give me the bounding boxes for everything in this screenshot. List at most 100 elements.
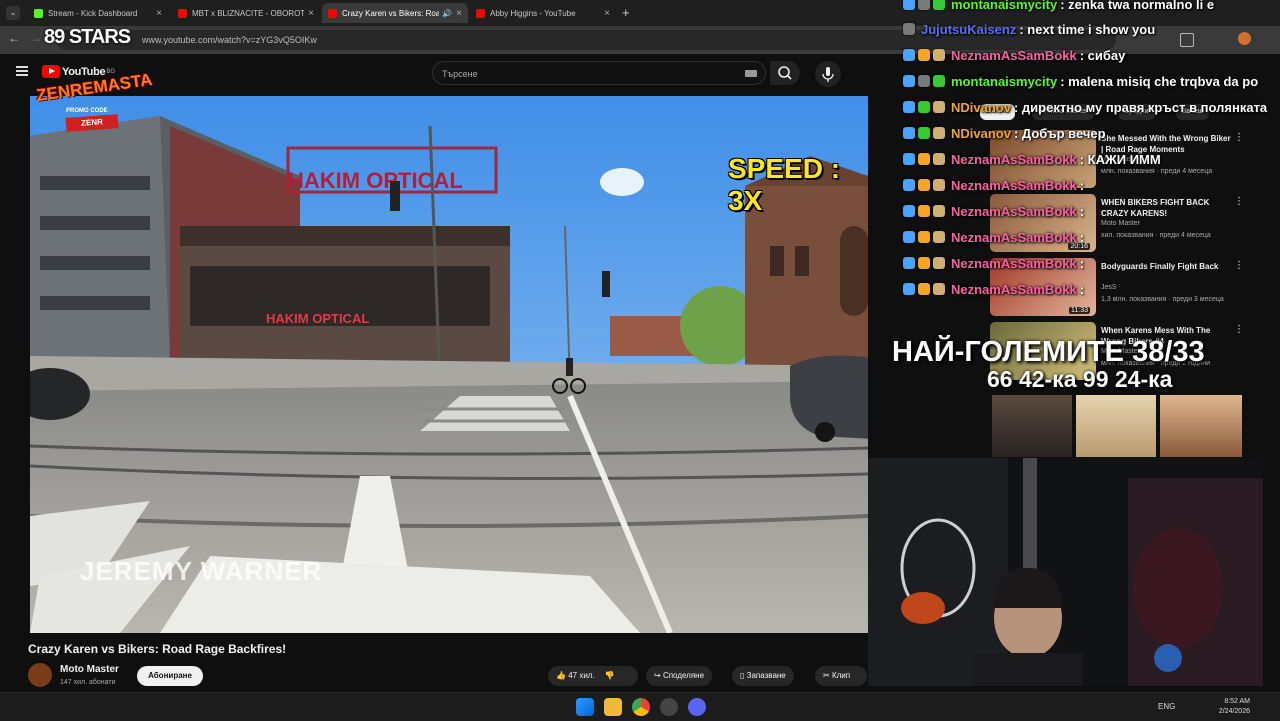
more-options-icon[interactable]: ⋮: [1234, 324, 1244, 335]
overlay-photo: [992, 395, 1072, 457]
chat-message: NeznamAsSamBokk:: [903, 253, 1084, 273]
badge-icon: [918, 179, 930, 191]
dislike-button[interactable]: 👎: [605, 671, 615, 680]
search-icon: [778, 66, 792, 80]
channel-avatar[interactable]: [28, 663, 52, 687]
promo-label: PROMO CODE: [66, 108, 108, 114]
chat-message: NDivanov: Добър вечер: [903, 123, 1106, 143]
badge-icon: [918, 257, 930, 269]
tab-abby-higgins[interactable]: Abby Higgins - YouTube ×: [470, 3, 616, 23]
channel-name[interactable]: Moto Master: [60, 664, 119, 675]
chat-username: NeznamAsSamBokk: [951, 281, 1077, 297]
kick-icon: [34, 8, 43, 18]
search-button[interactable]: [770, 61, 800, 85]
speed-overlay: SPEED : 3X: [728, 153, 841, 216]
badge-icon: [933, 231, 945, 243]
close-tab-icon[interactable]: ×: [604, 8, 610, 19]
close-tab-icon[interactable]: ×: [156, 8, 162, 19]
subscribe-button[interactable]: Абониране: [137, 666, 203, 686]
language-indicator[interactable]: ENG: [1158, 702, 1175, 711]
chat-text: :: [1079, 255, 1085, 271]
chat-username: JujutsuKaisenz: [921, 21, 1017, 37]
keyboard-icon[interactable]: [745, 70, 757, 77]
clip-button[interactable]: ✂ Клип: [815, 666, 867, 686]
video-player[interactable]: HAKIM OPTICAL HAKIM OPTICAL SPEED: 3X J…: [30, 96, 868, 633]
chat-message: NeznamAsSamBokk:: [903, 227, 1084, 247]
save-label: Запазване: [746, 671, 786, 680]
voice-search-button[interactable]: [815, 61, 841, 87]
badge-icon: [918, 75, 930, 87]
tab-kick-dashboard[interactable]: Stream - Kick Dashboard ×: [28, 3, 168, 23]
chat-message: NeznamAsSamBokk: сибау: [903, 45, 1125, 65]
badge-icon: [903, 101, 915, 113]
badge-icon: [933, 153, 945, 165]
89stars-text: 89 STARS: [44, 26, 131, 48]
badge-icon: [903, 153, 915, 165]
back-icon[interactable]: ←: [8, 31, 20, 45]
chat-username: NeznamAsSamBokk: [951, 203, 1077, 219]
sign-hakim-optical-front: HAKIM OPTICAL: [266, 311, 369, 326]
badge-icon: [903, 127, 915, 139]
chat-username: NeznamAsSamBokk: [951, 151, 1077, 167]
chat-text: :: [1079, 229, 1085, 245]
badge-icon: [918, 153, 930, 165]
tab-mbt-video[interactable]: MBT x BLIZNACITE - OBOROTI ×: [172, 3, 320, 23]
thumbs-up-icon: 👍: [556, 671, 566, 680]
chat-username: montanaismycity: [951, 0, 1058, 12]
system-clock[interactable]: 8:52 AM 2/24/2026: [1219, 697, 1250, 717]
discord-icon[interactable]: [688, 698, 706, 716]
clip-label: Клип: [831, 671, 851, 680]
search-placeholder: Търсене: [442, 69, 478, 79]
badge-icon: [903, 0, 915, 10]
chat-message: NeznamAsSamBokk:: [903, 175, 1084, 195]
audio-playing-icon[interactable]: 🔊: [442, 9, 452, 18]
search-input[interactable]: Търсене: [432, 61, 766, 85]
badge-icon: [933, 49, 945, 61]
badge-icon: [903, 23, 915, 35]
badge-icon: [918, 101, 930, 113]
chat-text: :: [1079, 281, 1085, 297]
chat-text: :: [1079, 177, 1085, 193]
chat-message: NDivanov: директно му правя кръст в поля…: [903, 97, 1267, 117]
obs-icon[interactable]: [660, 698, 678, 716]
forward-icon[interactable]: →: [30, 31, 42, 45]
chat-message: montanaismycity: zenka twa normalno li e: [903, 0, 1214, 14]
badge-icon: [903, 49, 915, 61]
like-button[interactable]: 👍 47 хил.: [556, 671, 595, 680]
video-title: Crazy Karen vs Bikers: Road Rage Backfir…: [28, 642, 287, 656]
badge-icon: [918, 283, 930, 295]
badge-icon: [918, 205, 930, 217]
new-tab-button[interactable]: +: [622, 5, 630, 20]
overlay-photo: [1160, 395, 1242, 457]
badge-icon: [903, 205, 915, 217]
file-explorer-icon[interactable]: [604, 698, 622, 716]
sign-hakim-optical-top: HAKIM OPTICAL: [288, 168, 463, 193]
zenremasta-text: ZENREMASTA: [35, 69, 154, 106]
save-button[interactable]: ▯ Запазване: [732, 666, 794, 686]
overlay-photo-strip: [992, 395, 1242, 457]
chrome-icon[interactable]: [632, 698, 650, 716]
badge-icon: [933, 0, 945, 10]
badge-icon: [933, 127, 945, 139]
chat-text: : сибау: [1079, 47, 1126, 63]
thumbs-down-icon: 👎: [604, 671, 615, 680]
start-icon[interactable]: [576, 698, 594, 716]
badge-icon: [918, 49, 930, 61]
chat-message: montanaismycity: malena misiq che trqbva…: [903, 71, 1258, 91]
tab-list-button[interactable]: ⌄: [6, 6, 20, 20]
menu-icon[interactable]: [16, 66, 28, 76]
tab-title: Crazy Karen vs Bikers: Road: [342, 8, 440, 18]
tab-title: MBT x BLIZNACITE - OBOROTI: [192, 8, 305, 18]
badge-icon: [903, 283, 915, 295]
badge-icon: [903, 75, 915, 87]
tab-crazy-karen-video[interactable]: Crazy Karen vs Bikers: Road 🔊 ×: [322, 3, 468, 23]
share-label: Споделяне: [662, 671, 705, 680]
badge-icon: [933, 101, 945, 113]
close-tab-icon[interactable]: ×: [456, 8, 462, 19]
share-button[interactable]: ↪ Споделяне: [646, 666, 713, 686]
zenremasta-logo: ZENREMASTA PROMO CODE ZENR: [35, 60, 153, 138]
89stars-logo: 89 STARS: [44, 26, 134, 58]
badge-icon: [918, 127, 930, 139]
chat-username: NeznamAsSamBokk: [951, 255, 1077, 271]
close-tab-icon[interactable]: ×: [308, 8, 314, 19]
